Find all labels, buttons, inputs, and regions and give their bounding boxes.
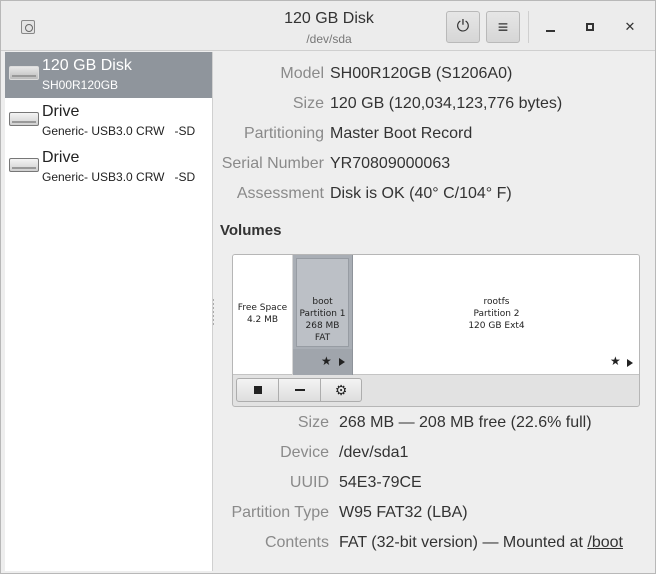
uuid-row: UUID 54E3-79CE [214, 473, 654, 493]
drive-menu-button[interactable]: ≡ [486, 11, 520, 43]
segment-line: Partition 1 [299, 309, 346, 319]
sidebar-item-sublabel: Generic- USB3.0 CRW -SD [42, 170, 196, 184]
contents-text: FAT (32-bit version) — Mounted at [339, 534, 588, 551]
hamburger-menu-icon: ≡ [497, 16, 509, 37]
partition-size-value: 268 MB — 208 MB free (22.6% full) [339, 414, 592, 431]
device-label: Device [280, 444, 329, 461]
hard-disk-icon [9, 66, 39, 80]
partition-size-label: Size [297, 414, 329, 431]
sidebar-item-120gb-disk[interactable]: 120 GB Disk SH00R120GB [5, 52, 212, 98]
unmount-button[interactable] [236, 378, 279, 402]
minimize-icon [545, 30, 555, 32]
sidebar-item-label: 120 GB Disk [42, 57, 132, 74]
segment-line: 268 MB FAT [305, 321, 340, 343]
contents-label: Contents [264, 534, 329, 551]
partition-type-value: W95 FAT32 (LBA) [339, 504, 468, 521]
volumes-map: Free Space 4.2 MB boot Partition 1 268 M… [232, 254, 640, 407]
segment-line: Partition 2 [473, 309, 520, 319]
partition-type-row: Partition Type W95 FAT32 (LBA) [214, 503, 654, 523]
header-separator [528, 11, 529, 43]
power-icon: ⏻ [456, 18, 470, 35]
partitioning-row: Partitioning Master Boot Record [214, 124, 654, 144]
serial-row: Serial Number YR70809000063 [214, 154, 654, 174]
power-off-button[interactable]: ⏻ [446, 11, 480, 43]
sidebar-item-label: Drive [42, 149, 80, 166]
size-value: 120 GB (120,034,123,776 bytes) [330, 95, 563, 112]
assessment-value: Disk is OK (40° C/104° F) [330, 185, 512, 202]
mounted-play-icon [339, 358, 345, 366]
device-row: Device /dev/sda1 [214, 443, 654, 463]
star-icon: ★ [610, 354, 621, 368]
model-value: SH00R120GB (S1206A0) [330, 65, 513, 82]
device-value: /dev/sda1 [339, 444, 409, 461]
partitioning-value: Master Boot Record [330, 125, 473, 142]
segment-line: Free Space [237, 303, 288, 313]
assessment-label: Assessment [236, 185, 324, 202]
size-label: Size [292, 95, 324, 112]
mount-point-link[interactable]: /boot [587, 534, 623, 551]
sidebar-item-drive-1[interactable]: Drive Generic- USB3.0 CRW -SD [5, 98, 212, 144]
volumes-bar: Free Space 4.2 MB boot Partition 1 268 M… [233, 255, 639, 375]
sidebar-item-sublabel: SH00R120GB [42, 78, 119, 92]
partition-size-row: Size 268 MB — 208 MB free (22.6% full) [214, 413, 654, 433]
delete-partition-button[interactable] [278, 378, 321, 402]
contents-row: Contents FAT (32-bit version) — Mounted … [214, 533, 654, 553]
maximize-button[interactable] [578, 15, 602, 39]
segment-line: boot [312, 297, 333, 307]
boot-partition-segment[interactable]: boot Partition 1 268 MB FAT ★ [293, 255, 353, 375]
uuid-label: UUID [289, 474, 329, 491]
size-row: Size 120 GB (120,034,123,776 bytes) [214, 94, 654, 114]
sidebar-item-label: Drive [42, 103, 80, 120]
gears-icon: ⚙ [334, 381, 348, 398]
partition-type-label: Partition Type [231, 504, 329, 521]
minimize-button[interactable] [538, 15, 562, 39]
hard-disk-icon [9, 158, 39, 172]
minus-icon [294, 389, 305, 391]
segment-line: rootfs [483, 297, 510, 307]
serial-value: YR70809000063 [330, 155, 451, 172]
segment-line: 4.2 MB [246, 315, 279, 325]
rootfs-partition-segment[interactable]: rootfs Partition 2 120 GB Ext4 ★ [354, 255, 639, 375]
boot-partition-inner: boot Partition 1 268 MB FAT [296, 258, 349, 347]
disk-details-pane: Model SH00R120GB (S1206A0) Size 120 GB (… [214, 52, 654, 571]
star-icon: ★ [321, 354, 332, 368]
close-button[interactable]: ✕ [618, 15, 642, 39]
contents-value: FAT (32-bit version) — Mounted at /boot [339, 533, 623, 553]
partitioning-label: Partitioning [243, 125, 324, 142]
model-label: Model [280, 65, 324, 82]
free-space-segment[interactable]: Free Space 4.2 MB [233, 255, 293, 375]
uuid-value: 54E3-79CE [339, 474, 422, 491]
disks-app-icon[interactable] [21, 20, 35, 34]
hard-disk-icon [9, 112, 39, 126]
stop-icon [253, 386, 262, 394]
mounted-play-icon [627, 359, 633, 367]
assessment-row: Assessment Disk is OK (40° C/104° F) [214, 184, 654, 204]
close-icon: ✕ [624, 19, 636, 34]
maximize-icon [586, 23, 594, 31]
disks-window: 120 GB Disk /dev/sda ⏻ ≡ ✕ 120 GB Disk S… [0, 0, 656, 574]
serial-label: Serial Number [221, 155, 324, 172]
boot-partition-footer: ★ [293, 349, 352, 375]
drives-sidebar: 120 GB Disk SH00R120GB Drive Generic- US… [5, 52, 213, 571]
partition-settings-button[interactable]: ⚙ [320, 378, 362, 402]
header-bar: 120 GB Disk /dev/sda ⏻ ≡ ✕ [1, 1, 655, 51]
sidebar-item-drive-2[interactable]: Drive Generic- USB3.0 CRW -SD [5, 144, 212, 190]
segment-line: 120 GB Ext4 [468, 321, 525, 331]
volumes-heading: Volumes [220, 222, 282, 239]
sidebar-item-sublabel: Generic- USB3.0 CRW -SD [42, 124, 196, 138]
model-row: Model SH00R120GB (S1206A0) [214, 64, 654, 84]
